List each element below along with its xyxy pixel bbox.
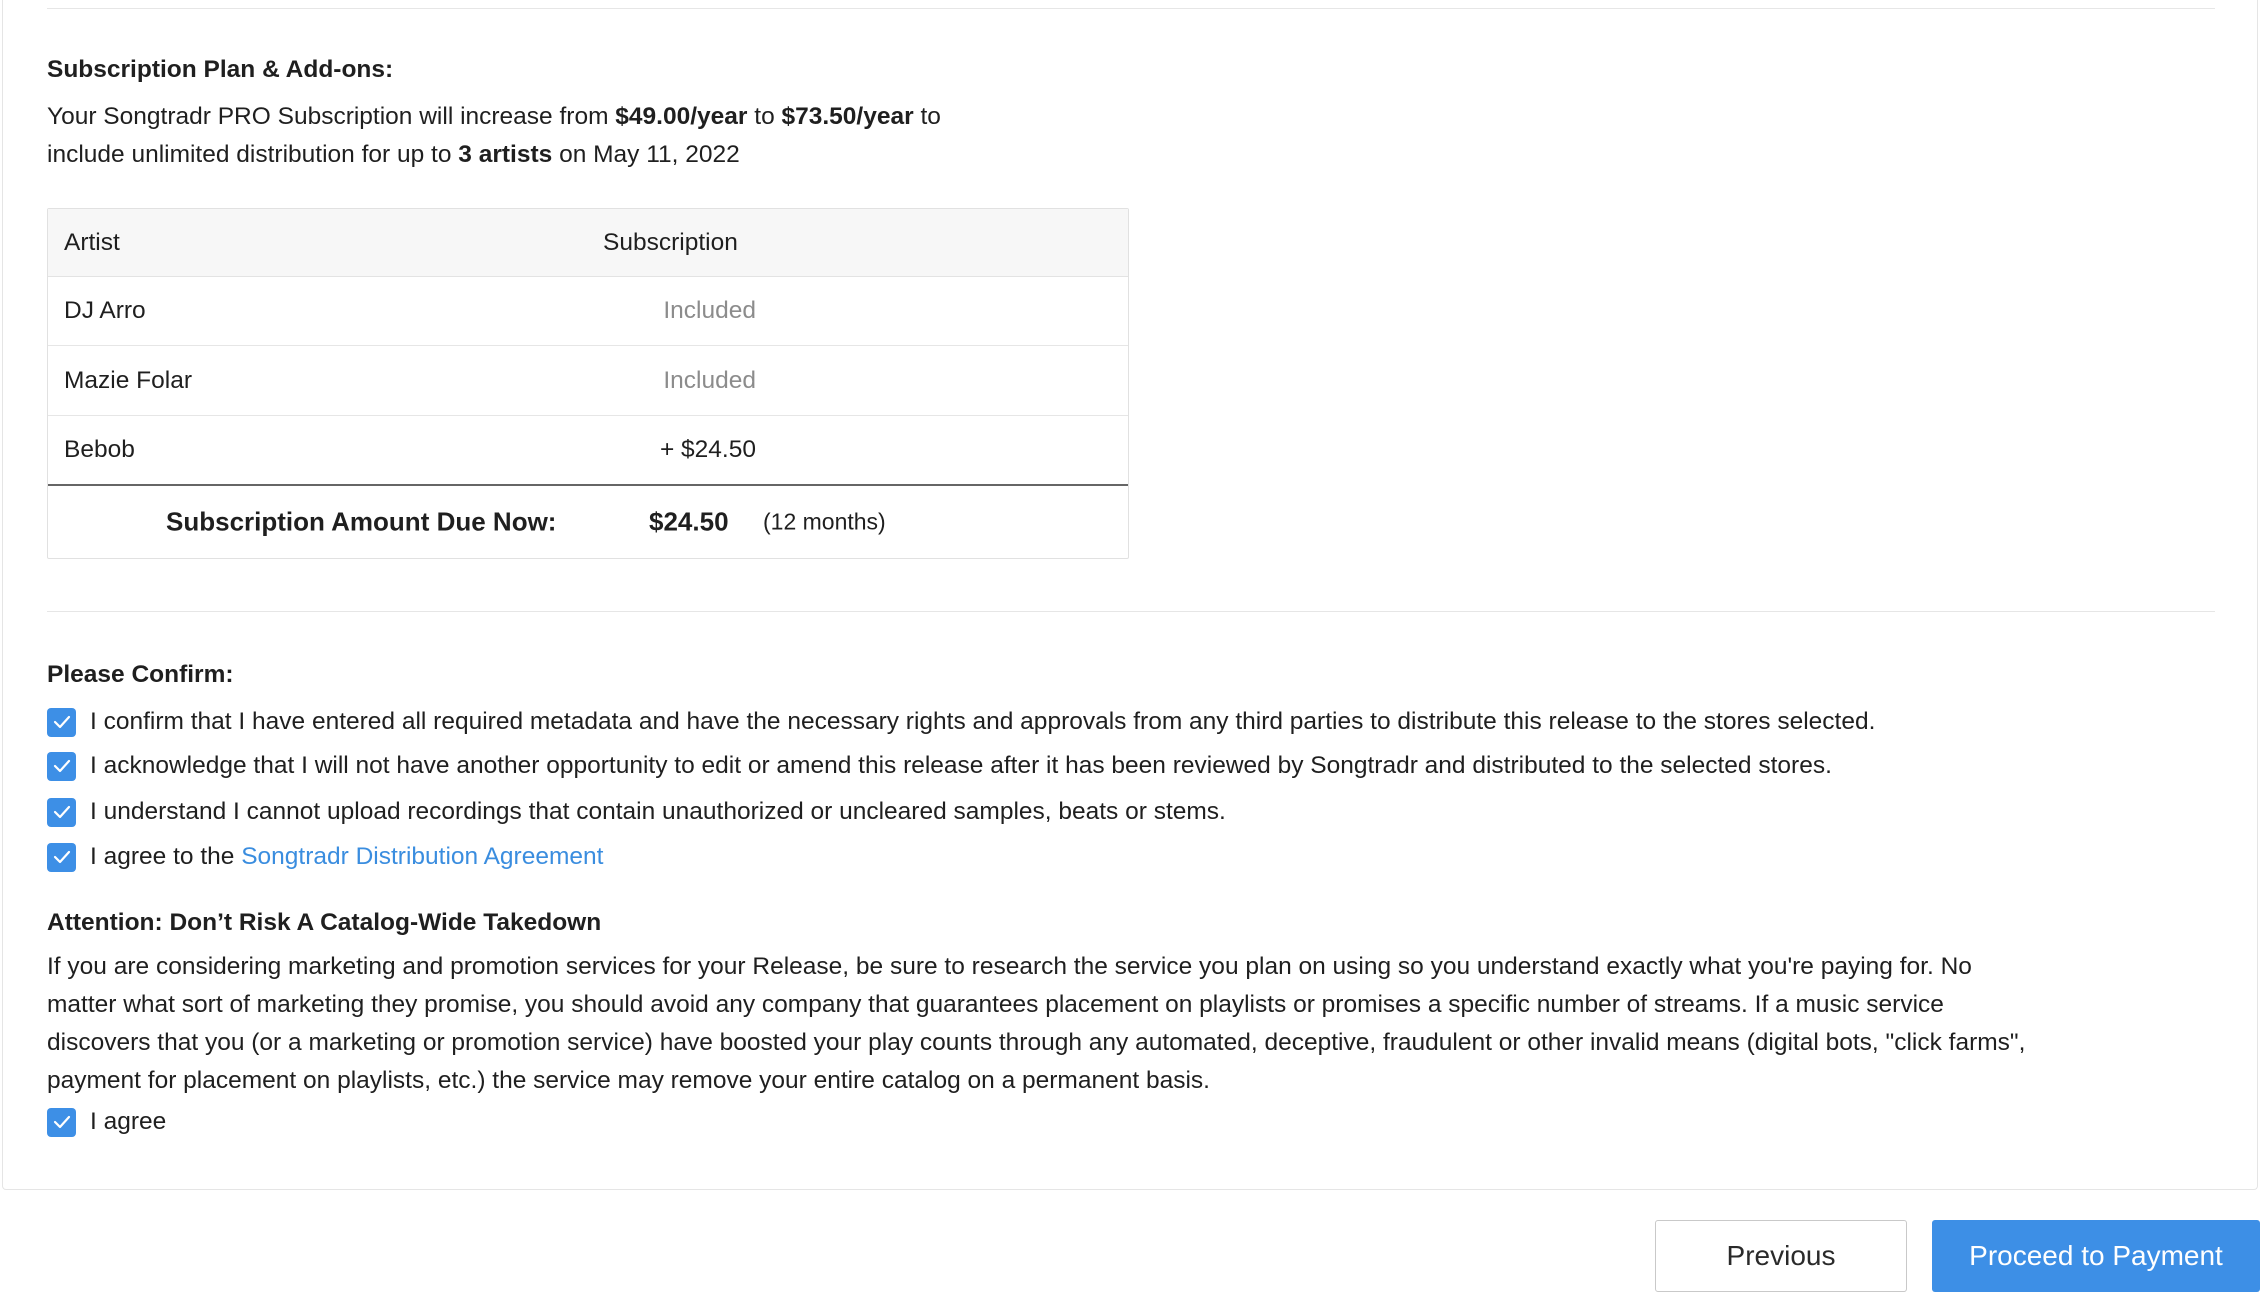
- attention-text: If you are considering marketing and pro…: [47, 948, 2227, 1100]
- new-price: $73.50/year: [781, 103, 914, 130]
- checkmark-icon: [53, 850, 70, 864]
- subscription-summary-line-2: include unlimited distribution for up to…: [47, 136, 941, 174]
- proceed-to-payment-button[interactable]: Proceed to Payment: [1932, 1220, 2260, 1292]
- checkmark-icon: [53, 759, 70, 773]
- understand-samples-row[interactable]: I understand I cannot upload recordings …: [47, 797, 1226, 827]
- acknowledge-no-edit-checkbox[interactable]: [47, 751, 76, 781]
- attention-heading: Attention: Don’t Risk A Catalog-Wide Tak…: [47, 909, 602, 936]
- artist-name: Bebob: [64, 436, 135, 463]
- attention-line: matter what sort of marketing they promi…: [47, 991, 1944, 1018]
- total-period: (12 months): [763, 508, 886, 535]
- table-total-row: Subscription Amount Due Now: $24.50 (12 …: [48, 486, 1128, 558]
- checkmark-icon: [53, 805, 70, 819]
- acknowledge-no-edit-row[interactable]: I acknowledge that I will not have anoth…: [47, 751, 1832, 781]
- i-agree-checkbox[interactable]: [47, 1107, 76, 1137]
- summary-text: on May 11, 2022: [552, 141, 740, 168]
- subscription-value: Included: [663, 366, 756, 394]
- column-header-subscription: Subscription: [603, 228, 738, 256]
- acknowledge-no-edit-label: I acknowledge that I will not have anoth…: [90, 752, 1832, 779]
- confirm-metadata-row[interactable]: I confirm that I have entered all requir…: [47, 707, 1875, 737]
- table-row: Bebob + $24.50: [48, 416, 1128, 486]
- subscription-summary-line-1: Your Songtradr PRO Subscription will inc…: [47, 98, 941, 136]
- subscription-heading: Subscription Plan & Add-ons:: [47, 56, 394, 83]
- agree-agreement-checkbox[interactable]: [47, 842, 76, 872]
- release-review-page: Subscription Plan & Add-ons: Your Songtr…: [0, 0, 2262, 1300]
- confirm-heading: Please Confirm:: [47, 661, 234, 688]
- i-agree-row[interactable]: I agree: [47, 1107, 166, 1137]
- table-header: Artist Subscription: [48, 209, 1128, 277]
- attention-line: If you are considering marketing and pro…: [47, 953, 1972, 980]
- summary-text: include unlimited distribution for up to: [47, 141, 459, 168]
- understand-samples-checkbox[interactable]: [47, 797, 76, 827]
- artist-count: 3 artists: [458, 141, 553, 168]
- understand-samples-label: I understand I cannot upload recordings …: [90, 798, 1226, 825]
- table-row: Mazie Folar Included: [48, 346, 1128, 416]
- table-row: DJ Arro Included: [48, 277, 1128, 346]
- attention-line: discovers that you (or a marketing or pr…: [47, 1029, 2026, 1056]
- old-price: $49.00/year: [615, 103, 748, 130]
- subscription-table: Artist Subscription DJ Arro Included Maz…: [47, 208, 1129, 559]
- artist-name: DJ Arro: [64, 297, 146, 324]
- confirm-metadata-checkbox[interactable]: [47, 707, 76, 737]
- agree-agreement-label: I agree to the Songtradr Distribution Ag…: [90, 843, 603, 871]
- summary-text: to: [913, 103, 941, 130]
- agree-agreement-text: I agree to the: [90, 843, 242, 870]
- attention-line: payment for placement on playlists, etc.…: [47, 1067, 1210, 1094]
- artist-name: Mazie Folar: [64, 366, 192, 394]
- total-amount: $24.50: [649, 506, 729, 537]
- checkmark-icon: [53, 715, 70, 729]
- i-agree-label: I agree: [90, 1108, 167, 1135]
- subscription-value: Included: [663, 297, 756, 324]
- subscription-value: + $24.50: [659, 436, 756, 463]
- confirm-metadata-label: I confirm that I have entered all requir…: [90, 708, 1876, 735]
- distribution-agreement-link[interactable]: Songtradr Distribution Agreement: [241, 843, 603, 870]
- summary-text: to: [747, 103, 782, 130]
- total-label: Subscription Amount Due Now:: [166, 506, 557, 537]
- previous-button[interactable]: Previous: [1655, 1220, 1907, 1292]
- divider: [47, 8, 2215, 9]
- column-header-artist: Artist: [64, 228, 120, 256]
- agree-agreement-row[interactable]: I agree to the Songtradr Distribution Ag…: [47, 842, 603, 872]
- subscription-summary: Your Songtradr PRO Subscription will inc…: [47, 98, 941, 174]
- divider: [47, 611, 2215, 612]
- checkmark-icon: [53, 1115, 70, 1129]
- summary-text: Your Songtradr PRO Subscription will inc…: [47, 103, 616, 130]
